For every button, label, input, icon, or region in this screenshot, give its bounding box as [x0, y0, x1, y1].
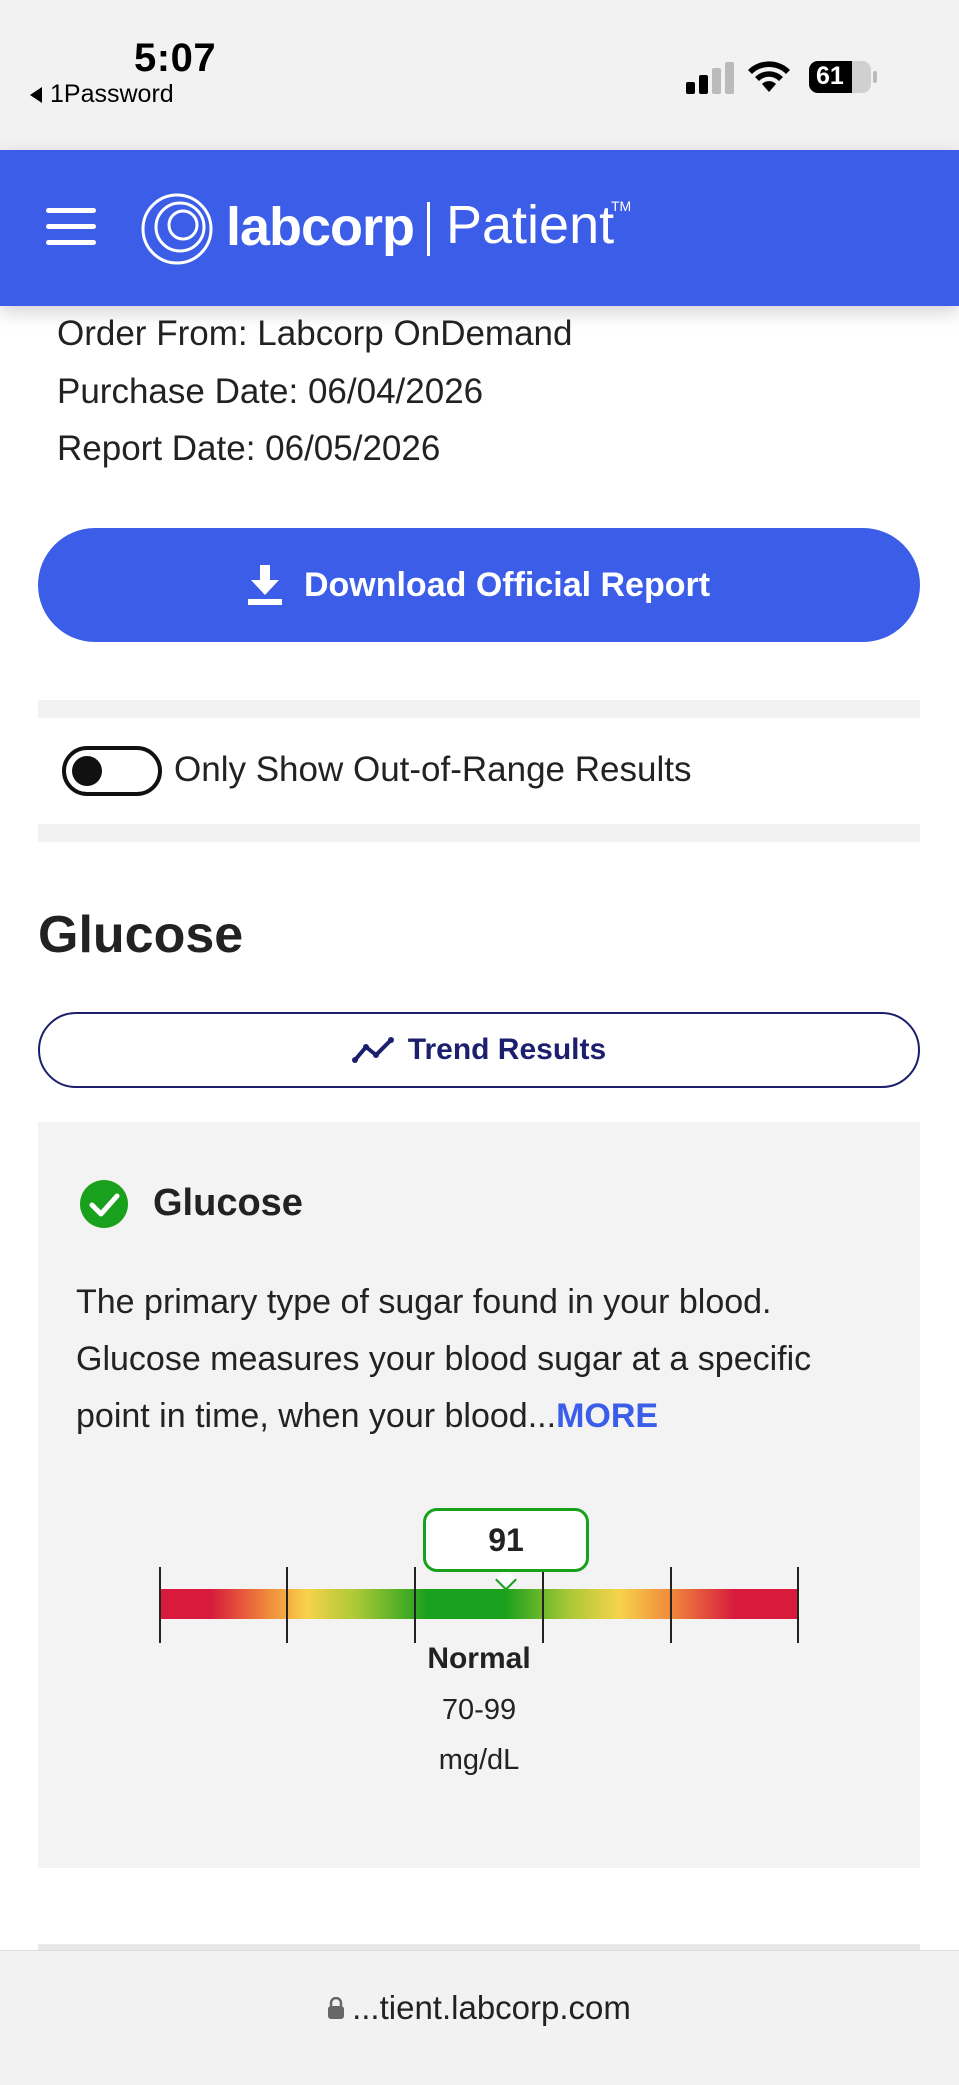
value-marker-pointer	[495, 1569, 517, 1591]
range-tick	[670, 1567, 672, 1643]
download-icon	[247, 565, 282, 605]
trademark-mark: TM	[611, 198, 632, 214]
brand-name: labcorp	[226, 197, 415, 257]
range-tick	[542, 1567, 544, 1643]
range-tick	[286, 1567, 288, 1643]
report-date: Report Date: 06/05/2026	[57, 429, 441, 468]
result-value-marker: 91	[423, 1508, 589, 1572]
range-tick	[159, 1567, 161, 1643]
trend-results-button[interactable]: Trend Results	[38, 1012, 920, 1088]
signal-icon	[686, 62, 734, 94]
status-bar: 5:07 1Password 61	[0, 0, 959, 150]
result-title: Glucose	[153, 1182, 303, 1224]
trend-results-label: Trend Results	[407, 1033, 607, 1066]
reference-range-bar	[160, 1589, 798, 1619]
brand-divider	[427, 202, 430, 256]
result-unit: mg/dL	[438, 1744, 520, 1776]
lock-icon	[328, 1997, 345, 2019]
brand-subtitle: Patient	[446, 195, 615, 255]
menu-icon[interactable]	[46, 208, 96, 246]
divider-band	[38, 700, 920, 718]
out-of-range-toggle[interactable]	[62, 746, 162, 796]
wifi-icon	[748, 61, 790, 92]
battery-level: 61	[816, 62, 844, 90]
url-text: ...tient.labcorp.com	[352, 1989, 631, 2026]
divider-band	[38, 824, 920, 842]
download-report-label: Download Official Report	[303, 565, 711, 604]
toggle-knob	[72, 756, 102, 786]
back-to-app-link[interactable]: 1Password	[30, 80, 174, 109]
battery-icon: 61	[808, 60, 878, 94]
back-arrow-icon	[30, 86, 42, 103]
out-of-range-toggle-label: Only Show Out-of-Range Results	[174, 750, 692, 789]
result-card: Glucose The primary type of sugar found …	[38, 1122, 920, 1868]
back-app-label: 1Password	[50, 80, 174, 108]
download-report-button[interactable]: Download Official Report	[38, 528, 920, 642]
section-title: Glucose	[38, 906, 244, 964]
result-description-text: The primary type of sugar found in your …	[76, 1283, 812, 1435]
status-time: 5:07	[134, 36, 217, 80]
range-tick	[797, 1567, 799, 1643]
range-tick	[414, 1567, 416, 1643]
check-circle-icon	[80, 1180, 128, 1228]
purchase-date: Purchase Date: 06/04/2026	[57, 372, 484, 411]
app-header: labcorp Patient TM	[0, 150, 959, 306]
trend-line-icon	[351, 1037, 394, 1063]
reference-range: 70-99	[441, 1694, 517, 1726]
result-description: The primary type of sugar found in your …	[76, 1274, 886, 1445]
url-display[interactable]: ...tient.labcorp.com	[0, 1989, 959, 2027]
more-link[interactable]: MORE	[556, 1397, 658, 1435]
range-status: Normal	[427, 1642, 531, 1675]
browser-url-bar[interactable]: ...tient.labcorp.com	[0, 1950, 959, 2085]
labcorp-logo-icon	[141, 193, 213, 265]
order-from: Order From: Labcorp OnDemand	[57, 314, 573, 353]
